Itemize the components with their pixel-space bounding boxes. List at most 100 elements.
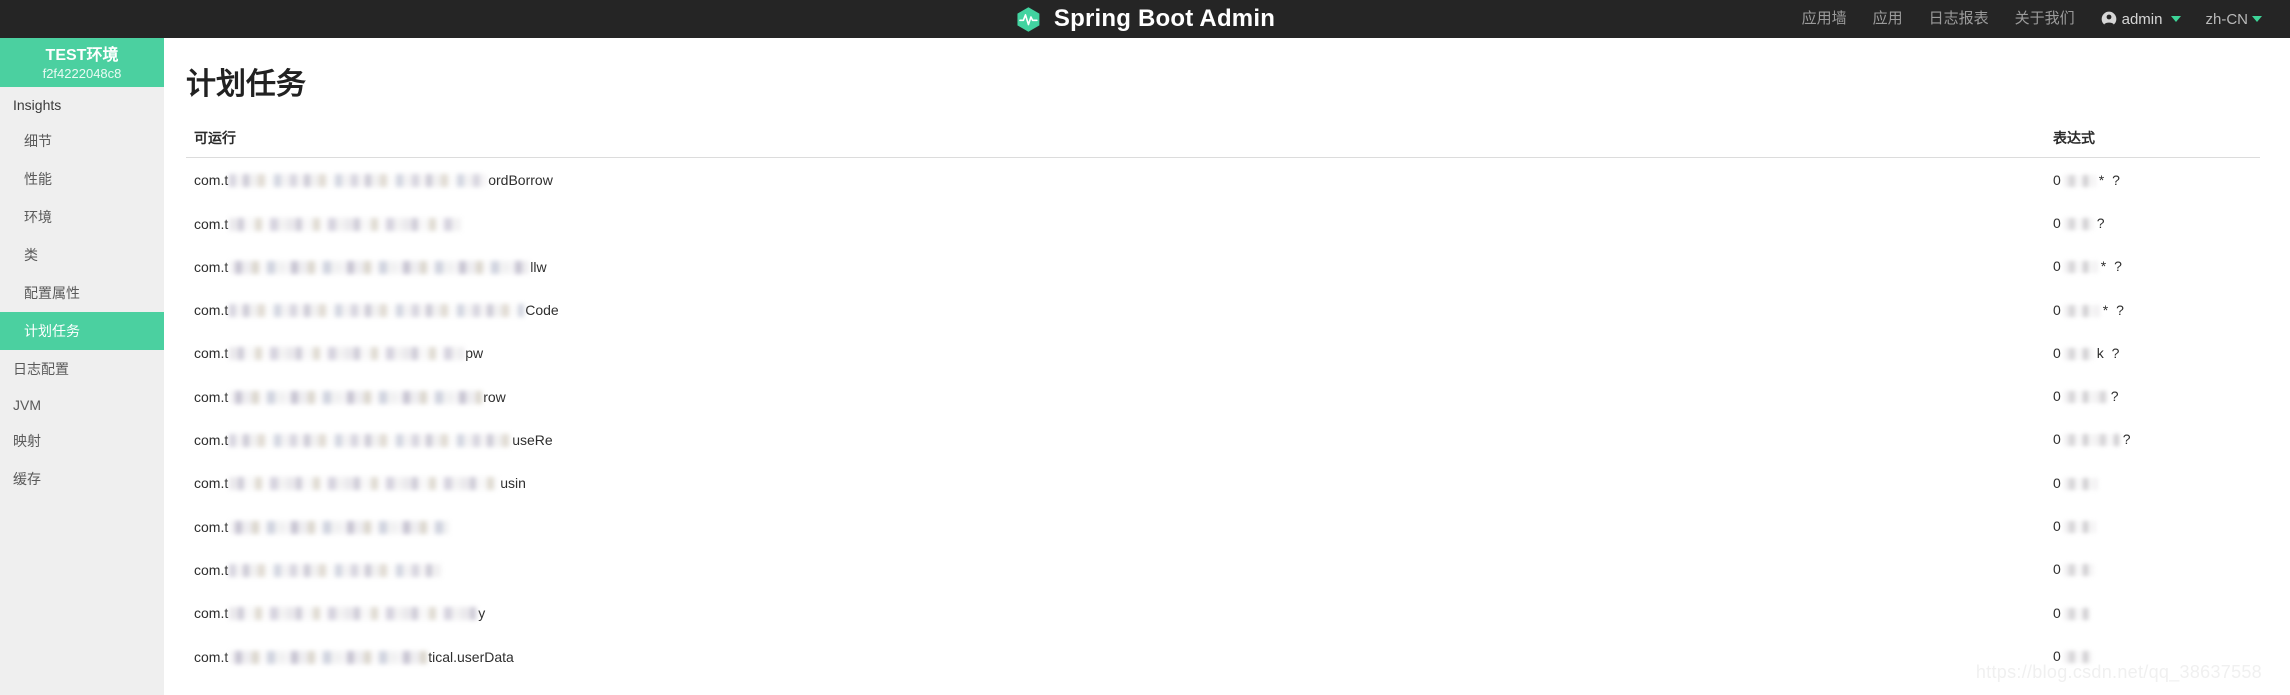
table-row[interactable]: com.t 0? bbox=[186, 201, 2260, 244]
sidebar-item-jvm[interactable]: JVM bbox=[0, 388, 164, 422]
redacted-task-name: com.t bbox=[194, 562, 442, 578]
redaction-bar bbox=[229, 650, 428, 664]
expression-suffix: * ? bbox=[2100, 258, 2124, 275]
table-row[interactable]: com.t y 0 bbox=[186, 591, 2260, 634]
expression-prefix: 0 bbox=[2053, 344, 2061, 361]
cell-expression: 0 bbox=[2005, 504, 2260, 547]
redaction-bar bbox=[229, 563, 442, 577]
sidebar-item-environment[interactable]: 环境 bbox=[0, 198, 164, 236]
redacted-task-name: com.t bbox=[194, 519, 450, 535]
sidebar-item-details[interactable]: 细节 bbox=[0, 122, 164, 160]
redacted-task-name: com.t usin bbox=[194, 475, 526, 491]
redacted-task-name: com.t useRe bbox=[194, 432, 553, 448]
brand[interactable]: Spring Boot Admin bbox=[1015, 5, 1275, 33]
redaction-bar bbox=[229, 520, 450, 534]
redacted-task-name: com.t bbox=[194, 216, 462, 232]
sidebar-instance-id: f2f4222048c8 bbox=[42, 65, 122, 81]
sidebar: TEST环境 f2f4222048c8 Insights 细节 性能 环境 类 … bbox=[0, 38, 164, 695]
table-row[interactable]: com.t Code 0 * ? bbox=[186, 288, 2260, 331]
nav-link-application-wall[interactable]: 应用墙 bbox=[1789, 0, 1860, 38]
sidebar-item-performance[interactable]: 性能 bbox=[0, 160, 164, 198]
redaction-bar bbox=[229, 217, 462, 231]
cell-runnable: com.t bbox=[186, 504, 2005, 547]
nav-right-group: 应用墙 应用 日志报表 关于我们 admin zh-CN bbox=[1789, 0, 2268, 38]
redaction-bar bbox=[229, 174, 488, 188]
cell-runnable: com.t bbox=[186, 548, 2005, 591]
cell-runnable: com.t y bbox=[186, 591, 2005, 634]
sidebar-item-mappings[interactable]: 映射 bbox=[0, 422, 164, 460]
main-content: 计划任务 可运行 表达式 com.t ordBorrow 0 * ? com.t 0? co… bbox=[164, 38, 2290, 695]
locale-menu[interactable]: zh-CN bbox=[2191, 11, 2268, 28]
table-row[interactable]: com.t row 0? bbox=[186, 374, 2260, 417]
column-header-runnable: 可运行 bbox=[186, 128, 2005, 158]
table-body: com.t ordBorrow 0 * ? com.t 0? com.t llw 0 * ? com… bbox=[186, 158, 2260, 678]
expression-prefix: 0 bbox=[2053, 388, 2061, 405]
task-name-prefix: com.t bbox=[194, 345, 229, 362]
redaction-bar bbox=[229, 477, 500, 491]
redaction-bar bbox=[229, 607, 478, 621]
task-name-suffix: usin bbox=[500, 475, 526, 492]
cell-runnable: com.t row bbox=[186, 374, 2005, 417]
expression-prefix: 0 bbox=[2053, 431, 2061, 448]
cell-expression: 0 * ? bbox=[2005, 245, 2260, 288]
redaction-bar bbox=[2063, 217, 2094, 230]
redaction-bar bbox=[2063, 174, 2096, 187]
sidebar-instance-name: TEST环境 bbox=[45, 46, 119, 64]
sidebar-item-logging-config[interactable]: 日志配置 bbox=[0, 350, 164, 388]
redaction-bar bbox=[229, 434, 512, 448]
redacted-task-name: com.t row bbox=[194, 389, 506, 405]
redaction-bar bbox=[2063, 564, 2094, 577]
redaction-bar bbox=[2063, 477, 2098, 490]
task-name-prefix: com.t bbox=[194, 648, 229, 665]
table-row[interactable]: com.t useRe 0? bbox=[186, 418, 2260, 461]
table-header-row: 可运行 表达式 bbox=[186, 128, 2260, 158]
expression-suffix: * ? bbox=[2102, 301, 2126, 318]
cell-runnable: com.t useRe bbox=[186, 418, 2005, 461]
table-row[interactable]: com.t 0 bbox=[186, 504, 2260, 547]
page-title: 计划任务 bbox=[186, 68, 306, 101]
sidebar-item-caches[interactable]: 缓存 bbox=[0, 460, 164, 498]
expression-prefix: 0 bbox=[2053, 518, 2061, 535]
cell-expression: 0 k ? bbox=[2005, 331, 2260, 374]
redaction-bar bbox=[2063, 304, 2100, 317]
redaction-bar bbox=[2063, 347, 2094, 360]
spring-boot-admin-hexagon-pulse-icon bbox=[1015, 6, 1042, 33]
table-row[interactable]: com.t ordBorrow 0 * ? bbox=[186, 158, 2260, 202]
redacted-task-name: com.t y bbox=[194, 605, 485, 621]
cell-expression: 0? bbox=[2005, 374, 2260, 417]
nav-link-applications[interactable]: 应用 bbox=[1860, 0, 1916, 38]
task-name-prefix: com.t bbox=[194, 518, 229, 535]
table-row[interactable]: com.t pw 0 k ? bbox=[186, 331, 2260, 374]
table-row[interactable]: com.t tical.userData 0 bbox=[186, 634, 2260, 677]
redacted-task-name: com.t pw bbox=[194, 345, 483, 361]
nav-link-about-us[interactable]: 关于我们 bbox=[2002, 0, 2088, 38]
expression-suffix: ? bbox=[2096, 214, 2107, 231]
table-row[interactable]: com.t llw 0 * ? bbox=[186, 245, 2260, 288]
task-name-suffix: ordBorrow bbox=[488, 172, 553, 189]
sidebar-item-config-properties[interactable]: 配置属性 bbox=[0, 274, 164, 312]
brand-title: Spring Boot Admin bbox=[1053, 5, 1276, 32]
task-name-suffix: row bbox=[483, 388, 506, 405]
expression-prefix: 0 bbox=[2053, 474, 2061, 491]
top-navbar: Spring Boot Admin 应用墙 应用 日志报表 关于我们 admin… bbox=[0, 0, 2290, 38]
locale-menu-label: zh-CN bbox=[2205, 10, 2248, 28]
expression-prefix: 0 bbox=[2053, 604, 2061, 621]
sidebar-item-classes[interactable]: 类 bbox=[0, 236, 164, 274]
user-menu[interactable]: admin bbox=[2088, 11, 2192, 28]
cell-runnable: com.t llw bbox=[186, 245, 2005, 288]
task-name-prefix: com.t bbox=[194, 215, 229, 232]
sidebar-item-scheduled-tasks[interactable]: 计划任务 bbox=[0, 312, 164, 350]
redaction-bar bbox=[229, 304, 525, 318]
sidebar-group-insights: Insights bbox=[13, 97, 62, 113]
table-row[interactable]: com.t 0 bbox=[186, 548, 2260, 591]
cell-runnable: com.t Code bbox=[186, 288, 2005, 331]
chevron-down-icon bbox=[2171, 16, 2182, 22]
nav-link-log-report[interactable]: 日志报表 bbox=[1916, 0, 2002, 38]
user-circle-icon bbox=[2101, 11, 2117, 27]
task-name-prefix: com.t bbox=[194, 388, 229, 405]
task-name-prefix: com.t bbox=[194, 475, 229, 492]
cell-expression: 0? bbox=[2005, 201, 2260, 244]
expression-prefix: 0 bbox=[2053, 214, 2061, 231]
redaction-bar bbox=[2063, 521, 2096, 534]
table-row[interactable]: com.t usin 0 bbox=[186, 461, 2260, 504]
